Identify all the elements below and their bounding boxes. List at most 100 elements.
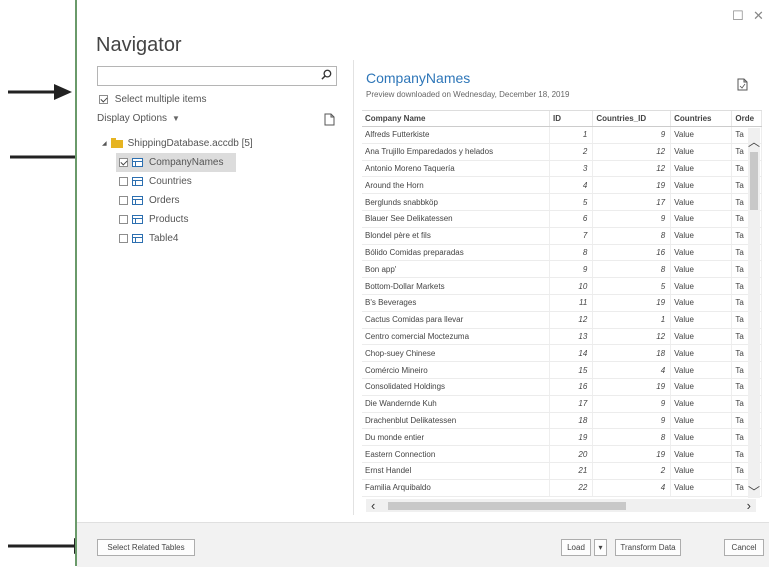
table-row[interactable]: Blondel père et fils 7 8 Value Ta: [362, 227, 762, 245]
tree-item-checkbox[interactable]: [119, 177, 128, 186]
scroll-thumb-horizontal[interactable]: [388, 502, 626, 510]
column-header[interactable]: Company Name: [362, 111, 550, 127]
table-row[interactable]: Ernst Handel 21 2 Value Ta: [362, 462, 762, 480]
tree-item-table4[interactable]: Table4: [116, 229, 178, 248]
table-cell: Value: [670, 176, 733, 195]
select-multiple-checkbox[interactable]: [99, 94, 108, 104]
search-icon[interactable]: [321, 69, 332, 80]
table-cell: Around the Horn: [362, 176, 550, 195]
table-icon: [132, 196, 143, 205]
display-options-dropdown[interactable]: Display Options ▼: [97, 113, 180, 124]
table-cell: 13: [549, 328, 594, 346]
table-cell: Familia Arquibaldo: [362, 479, 550, 497]
load-button[interactable]: Load: [561, 539, 591, 556]
table-row[interactable]: Alfreds Futterkiste 1 9 Value Ta: [362, 126, 762, 144]
scroll-thumb[interactable]: [750, 152, 758, 210]
table-row[interactable]: Familia Arquibaldo 22 4 Value Ta: [362, 479, 762, 497]
table-cell: Ernst Handel: [362, 462, 550, 480]
table-cell: 22: [549, 479, 594, 497]
vertical-scrollbar[interactable]: ︿ ﹀: [748, 128, 760, 498]
table-cell: Value: [670, 428, 733, 447]
table-row[interactable]: Consolidated Holdings 16 19 Value Ta: [362, 378, 762, 396]
refresh-document-icon[interactable]: [324, 113, 335, 126]
table-cell: 16: [592, 244, 672, 262]
table-row[interactable]: Bottom-Dollar Markets 10 5 Value Ta: [362, 277, 762, 295]
table-cell: Value: [670, 445, 733, 463]
table-cell: 21: [549, 462, 594, 480]
table-cell: Bólido Comidas preparadas: [362, 244, 550, 262]
table-row[interactable]: Berglunds snabbköp 5 17 Value Ta: [362, 193, 762, 211]
restore-button[interactable]: ☐: [732, 8, 744, 24]
table-cell: Value: [670, 328, 733, 346]
table-row[interactable]: Du monde entier 19 8 Value Ta: [362, 428, 762, 447]
open-document-icon[interactable]: [737, 78, 748, 91]
select-multiple-items[interactable]: Select multiple items: [99, 94, 206, 105]
expand-triangle-icon[interactable]: ◢: [102, 140, 107, 147]
tree-item-products[interactable]: Products: [116, 210, 188, 229]
scroll-left-icon[interactable]: ‹: [371, 498, 375, 513]
tree-item-checkbox[interactable]: [119, 196, 128, 205]
column-header[interactable]: Orde: [731, 111, 762, 127]
transform-data-button[interactable]: Transform Data: [615, 539, 681, 556]
table-cell: Value: [670, 294, 733, 312]
table-cell: 20: [549, 445, 594, 463]
table-cell: 19: [592, 378, 672, 396]
column-header[interactable]: Countries: [670, 111, 733, 127]
table-cell: Value: [670, 277, 733, 295]
table-row[interactable]: Around the Horn 4 19 Value Ta: [362, 176, 762, 195]
tree-item-countries[interactable]: Countries: [116, 172, 192, 191]
table-row[interactable]: Bon app' 9 8 Value Ta: [362, 260, 762, 279]
table-cell: 19: [592, 445, 672, 463]
table-row[interactable]: Eastern Connection 20 19 Value Ta: [362, 445, 762, 463]
table-cell: 8: [549, 244, 594, 262]
table-row[interactable]: Drachenblut Delikatessen 18 9 Value Ta: [362, 412, 762, 430]
folder-icon: [110, 137, 123, 148]
table-cell: Value: [670, 311, 733, 329]
tree-item-checkbox[interactable]: [119, 215, 128, 224]
table-cell: Antonio Moreno Taquería: [362, 160, 550, 178]
table-row[interactable]: Die Wandernde Kuh 17 9 Value Ta: [362, 395, 762, 413]
table-row[interactable]: Bólido Comidas preparadas 8 16 Value Ta: [362, 244, 762, 262]
tree-root-database[interactable]: ◢ ShippingDatabase.accdb [5]: [102, 134, 253, 153]
tree-item-checkbox[interactable]: [119, 158, 128, 167]
table-row[interactable]: Cactus Comidas para llevar 12 1 Value Ta: [362, 311, 762, 329]
table-row[interactable]: Ana Trujillo Emparedados y helados 2 12 Val…: [362, 143, 762, 161]
table-cell: 9: [592, 210, 672, 228]
table-row[interactable]: Antonio Moreno Taquería 3 12 Value Ta: [362, 160, 762, 178]
table-cell: 8: [592, 428, 672, 447]
table-cell: Ana Trujillo Emparedados y helados: [362, 143, 550, 161]
table-icon: [132, 234, 143, 243]
tree-item-orders[interactable]: Orders: [116, 191, 180, 210]
horizontal-scrollbar[interactable]: ‹ ›: [366, 498, 756, 513]
table-row[interactable]: B's Beverages 11 19 Value Ta: [362, 294, 762, 312]
scroll-right-icon[interactable]: ›: [747, 498, 751, 513]
column-header[interactable]: ID: [549, 111, 594, 127]
table-row[interactable]: Chop-suey Chinese 14 18 Value Ta: [362, 344, 762, 363]
tree-item-label: Orders: [149, 195, 180, 206]
table-cell: 4: [549, 176, 594, 195]
table-cell: 9: [549, 260, 594, 279]
table-cell: Blondel père et fils: [362, 227, 550, 245]
scroll-up-icon[interactable]: ︿: [748, 136, 760, 148]
table-cell: 12: [549, 311, 594, 329]
table-row[interactable]: Centro comercial Moctezuma 13 12 Value Ta: [362, 328, 762, 346]
table-cell: Value: [670, 227, 733, 245]
cancel-button[interactable]: Cancel: [724, 539, 764, 556]
table-cell: 8: [592, 260, 672, 279]
table-cell: Die Wandernde Kuh: [362, 395, 550, 413]
scroll-down-icon[interactable]: ﹀: [748, 486, 760, 498]
table-cell: Berglunds snabbköp: [362, 193, 550, 211]
search-input[interactable]: [97, 66, 337, 86]
table-cell: Comércio Mineiro: [362, 361, 550, 379]
tree-item-companynames[interactable]: CompanyNames: [116, 153, 236, 172]
table-cell: 14: [549, 344, 594, 363]
tree-item-checkbox[interactable]: [119, 234, 128, 243]
table-cell: 5: [549, 193, 594, 211]
table-row[interactable]: Comércio Mineiro 15 4 Value Ta: [362, 361, 762, 379]
load-dropdown-chevron-icon[interactable]: ▾: [594, 539, 607, 556]
column-header[interactable]: Countries_ID: [592, 111, 672, 127]
select-related-tables-button[interactable]: Select Related Tables: [97, 539, 195, 556]
table-cell: 18: [592, 344, 672, 363]
close-button[interactable]: ✕: [753, 8, 764, 24]
table-row[interactable]: Blauer See Delikatessen 6 9 Value Ta: [362, 210, 762, 228]
